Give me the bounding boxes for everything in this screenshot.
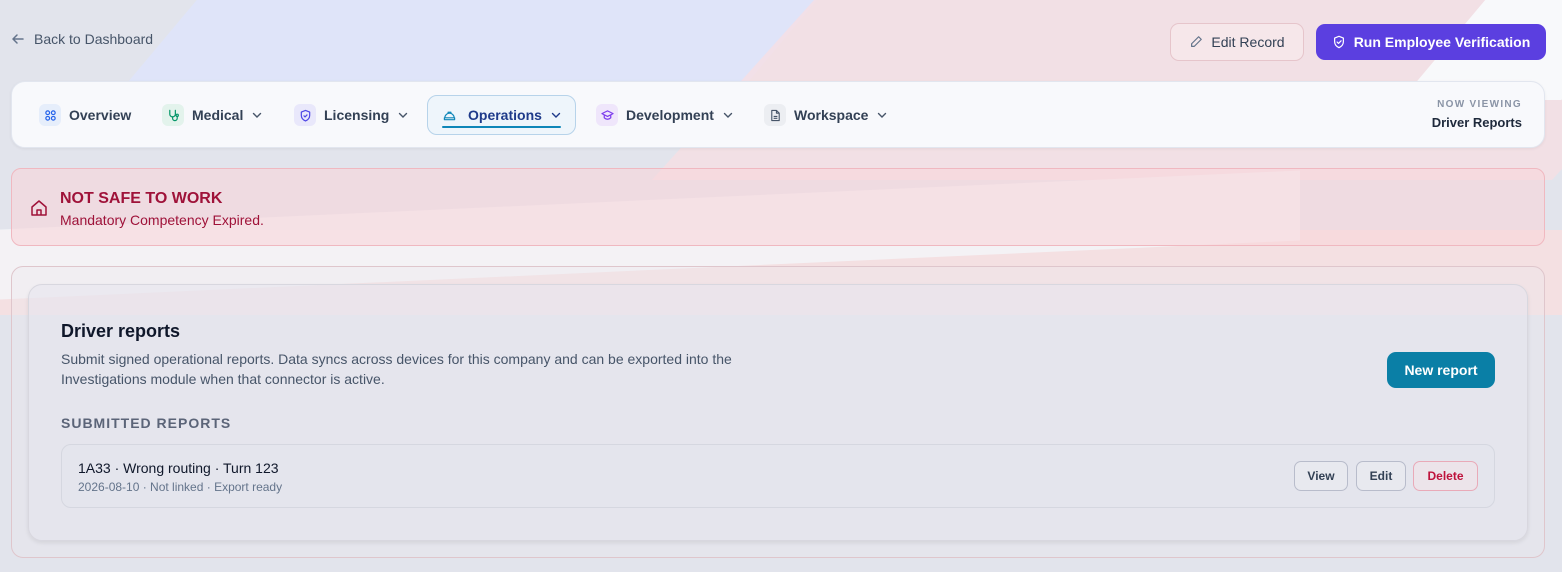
home-icon — [31, 200, 47, 216]
top-bar: Back to Dashboard Edit Record Run Employ… — [0, 0, 1562, 82]
now-viewing: NOW VIEWING Driver Reports — [1432, 99, 1522, 130]
section-label: SUBMITTED REPORTS — [61, 415, 232, 431]
chevron-down-icon — [723, 112, 733, 118]
tab-workspace[interactable]: Workspace — [754, 95, 898, 135]
card-description: Submit signed operational reports. Data … — [61, 351, 732, 387]
alert-title: NOT SAFE TO WORK — [60, 190, 223, 207]
new-report-button[interactable]: New report — [1387, 352, 1495, 388]
active-tab-indicator — [442, 126, 561, 128]
chevron-down-icon — [551, 112, 561, 118]
tab-label: Licensing — [324, 107, 390, 123]
hard-hat-icon — [438, 104, 460, 126]
now-viewing-value: Driver Reports — [1431, 115, 1522, 130]
chevron-down-icon — [399, 112, 408, 118]
back-label: Back to Dashboard — [34, 31, 154, 47]
delete-button[interactable]: Delete — [1413, 461, 1478, 491]
tab-medical[interactable]: Medical — [152, 95, 273, 135]
tab-label: Operations — [468, 107, 542, 123]
safety-alert: NOT SAFE TO WORK Mandatory Competency Ex… — [11, 168, 1545, 246]
tab-label: Development — [626, 107, 714, 123]
stethoscope-icon — [162, 104, 184, 126]
section-nav: Overview Medical Licensing Operations De… — [11, 81, 1545, 148]
now-viewing-label: NOW VIEWING — [1437, 99, 1522, 110]
shield-check-icon — [294, 104, 316, 126]
tab-development[interactable]: Development — [586, 95, 744, 135]
report-meta: 2026-08-10 · Not linked · Export ready — [78, 480, 283, 494]
shield-icon — [1333, 35, 1344, 49]
tab-operations[interactable]: Operations — [427, 95, 576, 135]
chevron-down-icon — [253, 112, 262, 118]
run-verification-button[interactable]: Run Employee Verification — [1316, 24, 1546, 60]
tab-label: Medical — [192, 107, 244, 123]
arrow-left-icon — [12, 34, 24, 44]
tab-licensing[interactable]: Licensing — [284, 95, 419, 135]
tab-label: Overview — [69, 107, 132, 123]
edit-record-label: Edit Record — [1211, 34, 1285, 50]
document-icon — [764, 104, 786, 126]
tab-overview[interactable]: Overview — [29, 95, 141, 135]
driver-reports-card: Driver reports Submit signed operational… — [28, 284, 1528, 541]
report-row: 1A33 · Wrong routing · Turn 123 2026-08-… — [61, 444, 1495, 508]
tab-label: Workspace — [794, 107, 869, 123]
chevron-down-icon — [878, 112, 887, 118]
grid-icon — [39, 104, 61, 126]
view-button[interactable]: View — [1294, 461, 1348, 491]
run-verification-label: Run Employee Verification — [1353, 34, 1531, 50]
back-to-dashboard-link[interactable]: Back to Dashboard — [10, 31, 153, 47]
alert-message: Mandatory Competency Expired. — [60, 212, 264, 228]
edit-record-button[interactable]: Edit Record — [1170, 23, 1304, 61]
report-title: 1A33 · Wrong routing · Turn 123 — [78, 460, 279, 476]
graduation-cap-icon — [596, 104, 618, 126]
edit-button[interactable]: Edit — [1356, 461, 1406, 491]
pencil-icon — [1191, 36, 1203, 47]
card-title: Driver reports — [61, 321, 181, 341]
